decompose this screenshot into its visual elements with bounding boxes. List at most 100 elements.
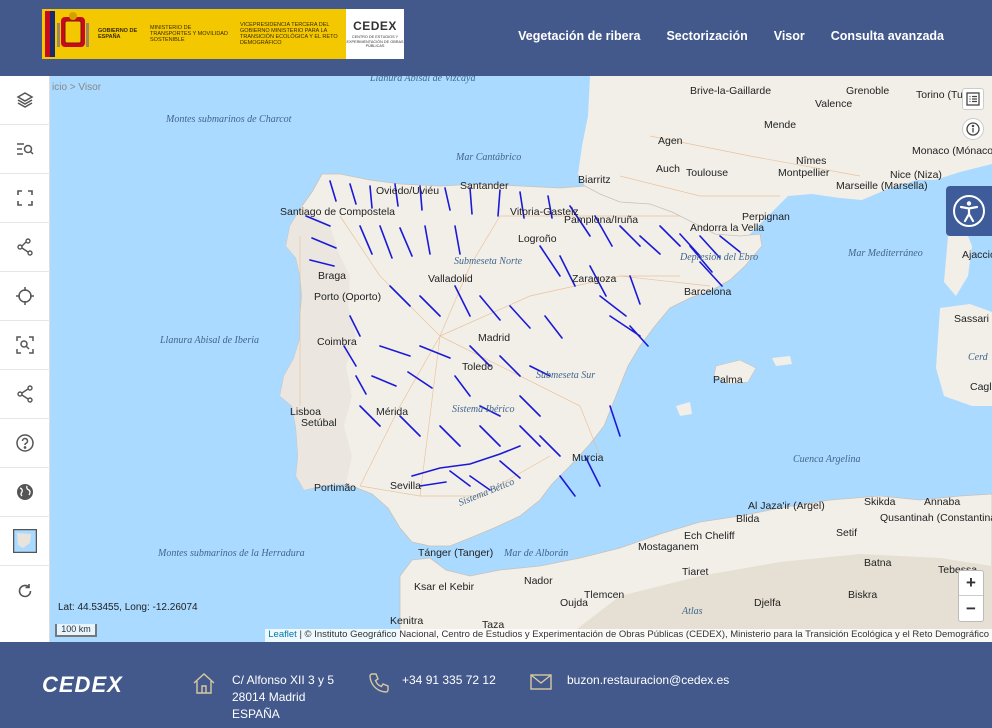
search-list-icon xyxy=(17,143,34,155)
attribution-text: | © Instituto Geográfico Nacional, Centr… xyxy=(299,629,989,640)
cedex-logo-subtitle: CENTRO DE ESTUDIOS Y EXPERIMENTACIÓN DE … xyxy=(346,35,404,49)
sea-label-mediterraneo: Mar Mediterráneo xyxy=(847,248,923,259)
city-label: Mostaganem xyxy=(638,541,699,553)
city-label: Palma xyxy=(713,374,743,386)
phone-icon xyxy=(369,673,389,693)
city-label: Blida xyxy=(736,513,760,525)
nav-vegetacion-ribera[interactable]: Vegetación de ribera xyxy=(518,29,640,43)
city-label: Murcia xyxy=(572,452,604,464)
map-canvas[interactable]: Llanura Abisal de Vizcaya Montes submari… xyxy=(0,76,992,642)
city-label: Tlemcen xyxy=(584,589,624,601)
layers-button[interactable] xyxy=(0,76,50,125)
city-label: Kenitra xyxy=(390,615,423,627)
city-label: Ajaccio xyxy=(962,249,992,261)
footer-phone[interactable]: +34 91 335 72 12 xyxy=(402,672,496,689)
footer-email[interactable]: buzon.restauracion@cedex.es xyxy=(567,672,729,689)
info-button[interactable] xyxy=(962,118,984,140)
city-label: Grenoble xyxy=(846,85,889,97)
sea-label-vizcaya: Llanura Abisal de Vizcaya xyxy=(369,76,475,84)
city-label: Annaba xyxy=(924,496,960,508)
government-logo-strip[interactable]: GOBIERNO DE ESPAÑA MINISTERIO DE TRANSPO… xyxy=(42,9,404,59)
leaflet-link[interactable]: Leaflet xyxy=(268,629,297,640)
zoom-control: + − xyxy=(958,570,984,622)
site-footer: CEDEX C/ Alfonso XII 3 y 5 28014 Madrid … xyxy=(0,642,992,728)
city-label: Logroño xyxy=(518,233,557,245)
city-label: Marseille (Marsella) xyxy=(836,180,928,192)
info-icon xyxy=(966,122,980,136)
corsica-island xyxy=(944,226,972,296)
menorca-island xyxy=(772,356,792,366)
zoom-out-button[interactable]: − xyxy=(959,596,983,621)
globe-icon xyxy=(17,484,33,500)
city-label: Barcelona xyxy=(684,286,731,298)
refresh-button[interactable] xyxy=(0,566,50,615)
sea-label-argelina: Cuenca Argelina xyxy=(793,454,861,465)
address-line-2: 28014 Madrid xyxy=(232,690,306,704)
breadcrumb: icio > Visor xyxy=(52,82,101,93)
city-label: Coimbra xyxy=(317,336,357,348)
zoom-area-icon xyxy=(16,336,34,354)
sea-label-alboran: Mar de Alborán xyxy=(503,548,568,559)
fullscreen-button[interactable] xyxy=(0,174,50,223)
basemap-button[interactable] xyxy=(0,517,50,566)
city-label: Montpellier xyxy=(778,167,830,179)
city-label: Biarritz xyxy=(578,174,611,186)
region-label-cerdena: Cerd xyxy=(968,352,989,363)
sea-label-iberia: Llanura Abisal de Iberia xyxy=(159,335,259,346)
breadcrumb-home[interactable]: icio xyxy=(52,82,67,93)
city-label: Zaragoza xyxy=(572,273,617,285)
ministry-ecology-label: VICEPRESIDENCIA TERCERA DEL GOBIERNO MIN… xyxy=(240,22,338,46)
zoom-area-button[interactable] xyxy=(0,321,50,370)
city-label: Auch xyxy=(656,163,680,175)
zoom-in-button[interactable]: + xyxy=(959,571,983,596)
layers-icon xyxy=(16,92,34,108)
region-label-ebro: Depresión del Ebro xyxy=(679,252,758,263)
city-label: Skikda xyxy=(864,496,896,508)
help-button[interactable] xyxy=(0,419,50,468)
cedex-logo-text: CEDEX xyxy=(353,19,397,34)
share-button[interactable] xyxy=(0,370,50,419)
city-label: Djelfa xyxy=(754,597,781,609)
measure-button[interactable] xyxy=(0,223,50,272)
city-label: Setif xyxy=(836,527,857,539)
city-label: Setúbal xyxy=(301,417,337,429)
legend-list-icon xyxy=(966,92,980,106)
city-label: Tiaret xyxy=(682,566,709,578)
city-label: Ksar el Kebir xyxy=(414,581,475,593)
address-line-3: ESPAÑA xyxy=(232,707,280,721)
spain-coat-of-arms-icon xyxy=(42,9,98,59)
globe-button[interactable] xyxy=(0,468,50,517)
fullscreen-icon xyxy=(17,190,33,206)
map-attribution: Leaflet | © Instituto Geográfico Naciona… xyxy=(265,629,992,642)
refresh-icon xyxy=(18,583,32,597)
breadcrumb-separator: > xyxy=(69,82,76,93)
sea-label-charcot: Montes submarinos de Charcot xyxy=(165,114,292,125)
city-label: Toledo xyxy=(462,361,493,373)
city-label: Nador xyxy=(524,575,553,587)
city-label: Mérida xyxy=(376,406,408,418)
city-label: Nice (Niza) xyxy=(890,169,942,181)
breadcrumb-current: Visor xyxy=(78,82,102,93)
site-header: GOBIERNO DE ESPAÑA MINISTERIO DE TRANSPO… xyxy=(0,0,992,76)
city-label: Brive-la-Gaillarde xyxy=(690,85,771,97)
city-label: Valence xyxy=(815,98,852,110)
cedex-footer-logo[interactable]: CEDEX xyxy=(42,672,123,698)
nav-consulta-avanzada[interactable]: Consulta avanzada xyxy=(831,29,944,43)
nav-sectorizacion[interactable]: Sectorización xyxy=(666,29,747,43)
main-nav: Vegetación de ribera Sectorización Visor… xyxy=(518,29,944,43)
nav-visor[interactable]: Visor xyxy=(774,29,805,43)
cedex-header-logo[interactable]: CEDEX CENTRO DE ESTUDIOS Y EXPERIMENTACI… xyxy=(346,9,404,59)
search-list-button[interactable] xyxy=(0,125,50,174)
city-label: Nîmes xyxy=(796,155,826,167)
accessibility-button[interactable] xyxy=(946,186,992,236)
basemap-thumbnail-icon xyxy=(13,529,37,553)
city-label: Mende xyxy=(764,119,796,131)
legend-button[interactable] xyxy=(962,88,984,110)
locate-button[interactable] xyxy=(0,272,50,321)
measure-path-icon xyxy=(17,238,33,256)
city-label: Andorra la Vella xyxy=(690,222,764,234)
city-label: Porto (Oporto) xyxy=(314,291,381,303)
city-label: Sevilla xyxy=(390,480,421,492)
city-label: Batna xyxy=(864,557,892,569)
city-label: Tánger (Tanger) xyxy=(418,547,493,559)
